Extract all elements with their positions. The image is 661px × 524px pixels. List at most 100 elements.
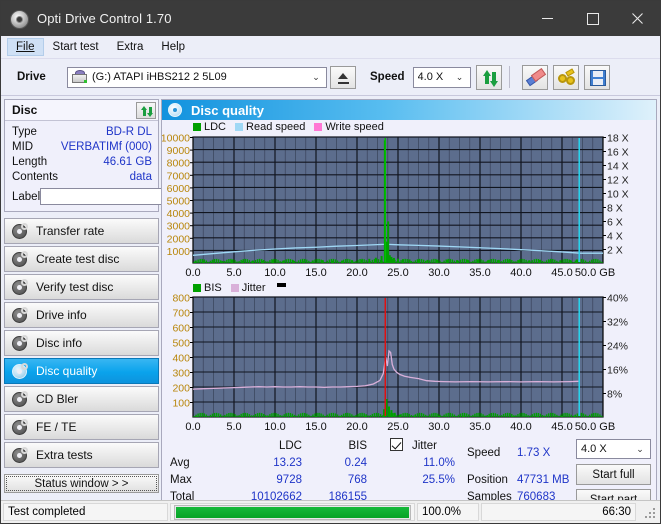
svg-text:300: 300: [172, 368, 190, 380]
svg-text:45.0: 45.0: [551, 267, 572, 279]
field-key: Type: [12, 125, 37, 138]
minimize-button[interactable]: [525, 1, 570, 36]
stats-avg-jitter: 11.0%: [423, 457, 455, 469]
svg-text:0.0: 0.0: [185, 421, 200, 433]
chevron-down-icon: ⌄: [312, 71, 320, 82]
stats-position-label: Position: [467, 474, 508, 486]
svg-text:10000: 10000: [162, 133, 190, 145]
svg-text:35.0: 35.0: [469, 421, 490, 433]
legend-label-write-speed: Write speed: [325, 120, 384, 133]
sidebar-item-cd-bler[interactable]: CD Bler: [4, 386, 159, 412]
menu-help[interactable]: Help: [152, 38, 194, 56]
svg-text:50.0 GB: 50.0 GB: [575, 267, 615, 279]
chevron-down-icon: ⌄: [455, 71, 464, 82]
chart-top-legend: LDC Read speed Write speed: [162, 120, 656, 133]
disc-quality-header: Disc quality: [162, 100, 656, 120]
disc-icon: [12, 446, 29, 463]
status-bar: Test completed 100.0% 66:30: [1, 500, 660, 523]
elapsed-time: 66:30: [481, 503, 636, 521]
sidebar-item-drive-info[interactable]: Drive info: [4, 302, 159, 328]
svg-text:10 X: 10 X: [607, 189, 629, 201]
eraser-icon[interactable]: [521, 64, 548, 90]
sidebar-item-label: Disc quality: [36, 364, 98, 378]
speed-label: Speed: [370, 71, 405, 83]
menu-file[interactable]: File: [7, 38, 44, 56]
disc-fields: Type BD-R DL MID VERBATIMf (000) Length …: [5, 121, 246, 211]
refresh-icon[interactable]: [475, 64, 502, 90]
disc-refresh-icon[interactable]: [136, 101, 156, 119]
menu-extra[interactable]: Extra: [108, 38, 153, 56]
svg-text:8 X: 8 X: [607, 203, 623, 215]
eject-button[interactable]: [330, 65, 356, 89]
stats-max-jitter: 25.5%: [422, 474, 455, 486]
toolbar: Drive (G:) ATAPI iHBS212 2 5L09 ⌄ Speed …: [1, 59, 660, 96]
drive-select[interactable]: (G:) ATAPI iHBS212 2 5L09 ⌄: [67, 66, 327, 88]
disc-label-row: Label: [12, 187, 246, 206]
app-window: Opti Drive Control 1.70 File Start test …: [0, 0, 661, 524]
sidebar-item-create-test-disc[interactable]: Create test disc: [4, 246, 159, 272]
svg-text:500: 500: [172, 338, 190, 350]
sidebar-item-label: CD Bler: [36, 392, 79, 406]
disc-icon: [12, 278, 29, 295]
svg-text:1000: 1000: [167, 246, 191, 258]
svg-text:8%: 8%: [607, 389, 622, 401]
stats-max-ldc: 9728: [276, 474, 302, 486]
sidebar-item-disc-quality[interactable]: Disc quality: [4, 358, 159, 384]
disc-field-mid: MID VERBATIMf (000): [12, 139, 152, 154]
svg-text:18 X: 18 X: [607, 133, 629, 145]
svg-text:2000: 2000: [167, 233, 191, 245]
status-message: Test completed: [3, 503, 168, 521]
disc-icon: [12, 306, 29, 323]
sidebar-item-label: Verify test disc: [36, 280, 114, 294]
svg-text:40.0: 40.0: [510, 267, 531, 279]
sidebar-item-label: Create test disc: [36, 252, 120, 266]
legend-label-jitter: Jitter: [241, 281, 266, 294]
svg-text:50.0 GB: 50.0 GB: [575, 421, 615, 433]
sidebar: Disc Type BD-R DL MID VERBATIMf (000) Le…: [1, 96, 246, 507]
svg-text:25.0: 25.0: [387, 421, 408, 433]
app-disc-icon: [9, 9, 29, 29]
chart-top-svg: 1000090008000700060005000400030002000100…: [162, 133, 629, 279]
field-key: Length: [12, 155, 48, 168]
result-speed-select[interactable]: 4.0 X ⌄: [576, 439, 651, 459]
stats-speed-value: 1.73 X: [517, 447, 551, 459]
sidebar-item-transfer-rate[interactable]: Transfer rate: [4, 218, 159, 244]
field-value: BD-R DL: [105, 125, 152, 138]
disc-icon: [12, 418, 29, 435]
stats-avg-bis: 0.24: [344, 457, 367, 469]
start-full-button[interactable]: Start full: [576, 464, 651, 485]
svg-text:14 X: 14 X: [607, 161, 629, 173]
svg-text:45.0: 45.0: [551, 421, 572, 433]
legend-label-bis: BIS: [204, 281, 222, 294]
tools-icon[interactable]: [552, 64, 579, 90]
drive-icon: [72, 70, 88, 84]
sidebar-item-label: Drive info: [36, 308, 87, 322]
title-bar: Opti Drive Control 1.70: [1, 1, 660, 36]
window-controls: [525, 1, 660, 36]
stats-col-header-bis: BIS: [348, 440, 367, 452]
chevron-down-icon: ⌄: [636, 443, 644, 454]
svg-text:24%: 24%: [607, 341, 628, 353]
menu-start-test[interactable]: Start test: [44, 38, 108, 56]
resize-grip[interactable]: [645, 508, 657, 520]
jitter-checkbox[interactable]: [390, 438, 403, 451]
svg-text:10.0: 10.0: [264, 267, 285, 279]
save-icon[interactable]: [583, 64, 610, 90]
close-button[interactable]: [615, 1, 660, 36]
toolbar-separator: [508, 66, 510, 88]
svg-text:20.0: 20.0: [346, 421, 367, 433]
svg-text:200: 200: [172, 383, 190, 395]
speed-select[interactable]: 4.0 X ⌄: [412, 66, 471, 88]
legend-swatch-read-speed: [235, 122, 244, 131]
sidebar-item-fe-te[interactable]: FE / TE: [4, 414, 159, 440]
sidebar-item-verify-test-disc[interactable]: Verify test disc: [4, 274, 159, 300]
maximize-button[interactable]: [570, 1, 615, 36]
svg-text:15.0: 15.0: [305, 421, 326, 433]
sidebar-item-extra-tests[interactable]: Extra tests: [4, 442, 159, 468]
page-title: Disc quality: [191, 102, 264, 118]
svg-text:400: 400: [172, 353, 190, 365]
sidebar-item-disc-info[interactable]: Disc info: [4, 330, 159, 356]
status-window-button[interactable]: Status window > >: [4, 474, 159, 493]
disc-quality-panel: Disc quality LDC Read speed Write speed …: [161, 99, 657, 510]
disc-field-length: Length 46.61 GB: [12, 154, 152, 169]
